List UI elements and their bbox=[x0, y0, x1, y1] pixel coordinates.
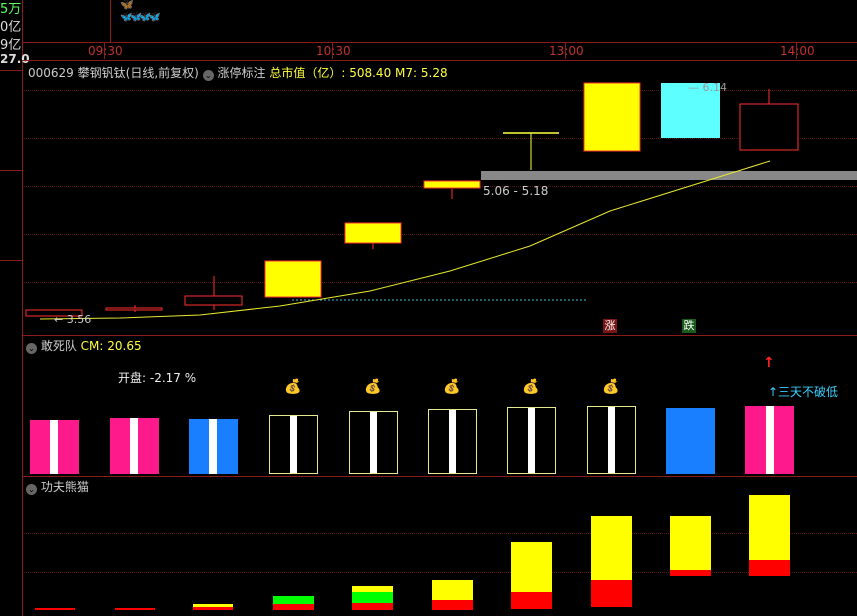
panda-bar bbox=[591, 580, 632, 607]
volume-bar bbox=[666, 408, 715, 474]
volume-bar bbox=[189, 419, 238, 474]
panda-bar bbox=[511, 592, 552, 609]
volume-bar-stripe bbox=[50, 420, 58, 474]
panel3-header: ⌄ 功夫熊猫 bbox=[26, 478, 89, 495]
candle[interactable] bbox=[105, 307, 163, 311]
panda-bar bbox=[670, 516, 711, 570]
grid-line bbox=[24, 572, 857, 573]
panda-bar bbox=[591, 516, 632, 580]
high-price-label: — 6.14 bbox=[688, 81, 727, 94]
panda-bar bbox=[749, 495, 790, 560]
panda-bar bbox=[35, 608, 75, 610]
indicator-dropdown-icon[interactable]: ⌄ bbox=[26, 343, 37, 354]
panda-bar bbox=[432, 600, 473, 610]
panda-bar bbox=[432, 580, 473, 600]
panda-bar bbox=[193, 604, 233, 607]
volume-bar bbox=[587, 406, 636, 474]
up-arrow-icon: ↑ bbox=[763, 355, 775, 371]
panda-bar bbox=[352, 592, 393, 603]
volume-bar-stripe bbox=[766, 406, 774, 474]
limit-up-tag[interactable]: 涨 bbox=[603, 319, 617, 333]
open-change-label: 开盘: -2.17 % bbox=[118, 371, 197, 385]
volume-bar bbox=[745, 406, 794, 474]
volume-bar bbox=[507, 407, 556, 474]
panda-bar bbox=[273, 596, 314, 604]
panda-bar bbox=[670, 570, 711, 576]
panel2-header: ⌄ 敢死队 CM: 20.65 bbox=[26, 337, 142, 354]
volume-bar-stripe bbox=[290, 416, 297, 473]
volume-bar bbox=[110, 418, 159, 474]
ma-line bbox=[39, 160, 771, 320]
volume-bar bbox=[30, 420, 79, 474]
money-bag-icon: 💰 bbox=[284, 379, 302, 395]
money-bag-icon: 💰 bbox=[364, 379, 382, 395]
volume-bar-stripe bbox=[608, 407, 615, 473]
panda-bar bbox=[273, 604, 314, 610]
candlestick-chart bbox=[25, 82, 857, 320]
panda-bar bbox=[115, 608, 155, 610]
panda-bar bbox=[511, 542, 552, 592]
candle[interactable] bbox=[184, 295, 243, 306]
panel2-title[interactable]: 敢死队 bbox=[41, 339, 77, 353]
gap-range-label: 5.06 - 5.18 bbox=[483, 184, 549, 198]
low-price-label: ← 3.56 bbox=[54, 313, 92, 326]
candle[interactable] bbox=[739, 103, 799, 151]
volume-bar bbox=[349, 411, 398, 474]
panda-bar bbox=[749, 560, 790, 576]
volume-bar bbox=[428, 409, 477, 474]
indicator-dropdown-icon[interactable]: ⌄ bbox=[26, 484, 37, 495]
panda-bar bbox=[193, 607, 233, 610]
volume-bar-stripe bbox=[528, 408, 535, 473]
money-bag-icon: 💰 bbox=[602, 379, 620, 395]
panel3-title[interactable]: 功夫熊猫 bbox=[41, 480, 89, 494]
panel-divider bbox=[22, 335, 857, 336]
volume-bar-stripe bbox=[449, 410, 456, 473]
volume-bar-stripe bbox=[130, 418, 138, 474]
candle[interactable] bbox=[344, 222, 402, 244]
money-bag-icon: 💰 bbox=[522, 379, 540, 395]
candle[interactable] bbox=[583, 82, 641, 152]
gap-zone bbox=[481, 171, 857, 180]
volume-bar-stripe bbox=[209, 419, 217, 474]
grid-line bbox=[24, 533, 857, 534]
candle[interactable] bbox=[423, 180, 481, 189]
cm-value: CM: 20.65 bbox=[80, 339, 142, 353]
panel-divider bbox=[22, 476, 857, 477]
money-bag-icon: 💰 bbox=[443, 379, 461, 395]
limit-down-tag[interactable]: 跌 bbox=[682, 319, 696, 333]
panda-bar bbox=[352, 603, 393, 610]
volume-bar-stripe bbox=[370, 412, 377, 473]
panda-bar bbox=[352, 586, 393, 592]
signal-text: ↑三天不破低 bbox=[768, 385, 839, 399]
volume-bar bbox=[269, 415, 318, 474]
candle[interactable] bbox=[264, 260, 322, 298]
